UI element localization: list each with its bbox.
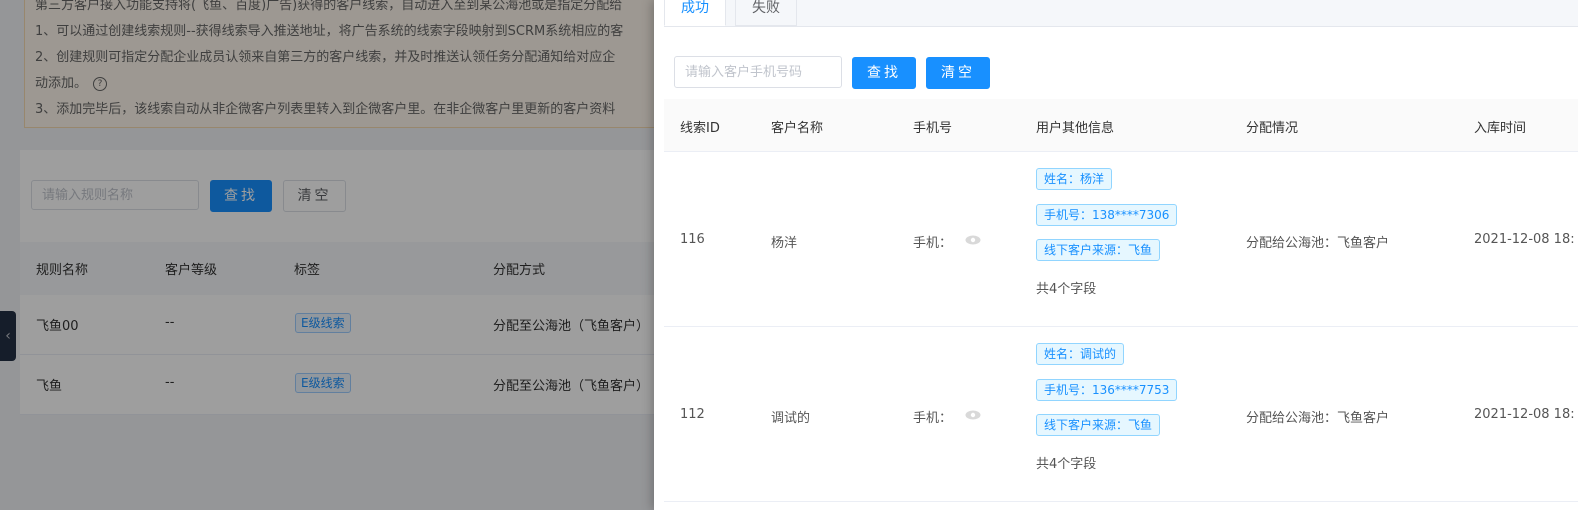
eye-icon[interactable]	[965, 235, 981, 245]
lead-search-button[interactable]: 查找	[852, 57, 916, 89]
eye-icon[interactable]	[965, 410, 981, 420]
lead-phone-label: 手机：	[913, 411, 953, 426]
info-tag-name: 姓名：调试的	[1036, 343, 1125, 365]
lead-customer-name: 杨洋	[771, 236, 798, 251]
info-tag-name: 姓名：杨洋	[1036, 168, 1113, 190]
lead-records-drawer: 成功 失败 查找 清空 线索ID 客户名称 手机号 用户其他信息 分配情况 入库…	[654, 0, 1578, 510]
field-count: 共4个字段	[1036, 282, 1097, 297]
lead-import-time: 2021-12-08 18:	[1474, 232, 1575, 247]
lead-import-time: 2021-12-08 18:	[1474, 407, 1575, 422]
info-tag-phone: 手机号：136****7753	[1036, 379, 1178, 401]
lead-clear-button[interactable]: 清空	[926, 57, 990, 89]
column-header: 用户其他信息	[1036, 121, 1115, 136]
field-count: 共4个字段	[1036, 457, 1097, 472]
lead-assignment: 分配给公海池：飞鱼客户	[1246, 411, 1390, 426]
column-header: 线索ID	[680, 121, 720, 136]
info-tag-phone: 手机号：138****7306	[1036, 204, 1178, 226]
column-header: 分配情况	[1246, 121, 1299, 136]
info-tag-source: 线下客户来源：飞鱼	[1036, 414, 1161, 436]
lead-assignment: 分配给公海池：飞鱼客户	[1246, 236, 1390, 251]
tab-success[interactable]: 成功	[664, 0, 726, 26]
lead-phone-label: 手机：	[913, 236, 953, 251]
lead-customer-name: 调试的	[771, 411, 811, 426]
phone-search-input[interactable]	[674, 56, 842, 88]
leads-table-header: 线索ID 客户名称 手机号 用户其他信息 分配情况 入库时间	[664, 99, 1578, 152]
tabs-bar: 成功 失败	[664, 0, 1578, 27]
lead-id: 112	[680, 407, 705, 422]
column-header: 手机号	[913, 121, 953, 136]
tab-failed[interactable]: 失败	[735, 0, 797, 26]
info-tag-source: 线下客户来源：飞鱼	[1036, 239, 1161, 261]
column-header: 客户名称	[771, 121, 824, 136]
table-row[interactable]: 112 调试的 手机： 姓名：调试的 手机号：136****7753 线下客户来…	[664, 327, 1578, 502]
column-header: 入库时间	[1474, 121, 1527, 136]
table-row[interactable]: 116 杨洋 手机： 姓名：杨洋 手机号：138****7306 线下客户来源：…	[664, 152, 1578, 327]
lead-id: 116	[680, 232, 705, 247]
